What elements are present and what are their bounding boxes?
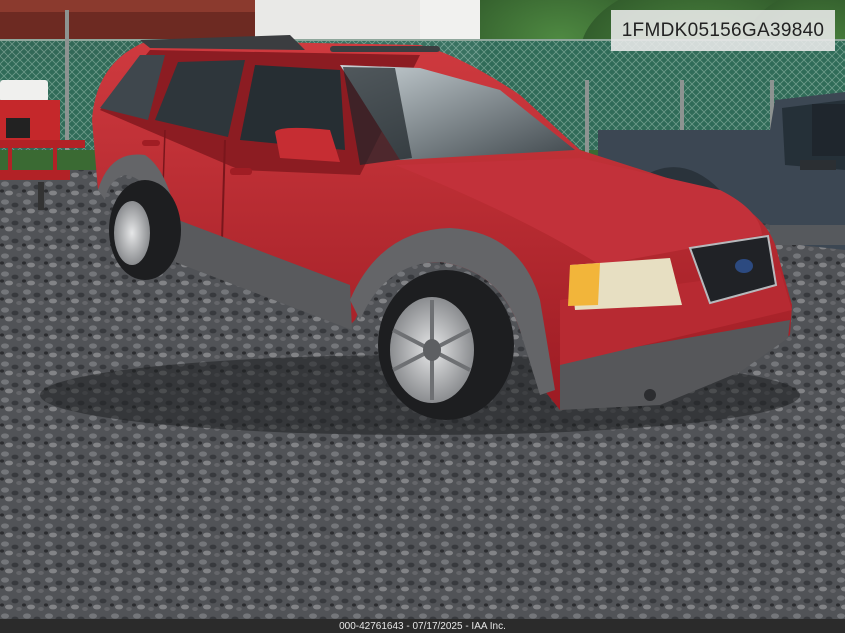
footer-caption: 000-42761643 - 07/17/2025 - IAA Inc. [0,619,845,633]
vehicle-photo: 1FMDK05156GA39840 000-42761643 - 07/17/2… [0,0,845,633]
vin-label: 1FMDK05156GA39840 [611,10,835,51]
photo-scene [0,0,845,633]
